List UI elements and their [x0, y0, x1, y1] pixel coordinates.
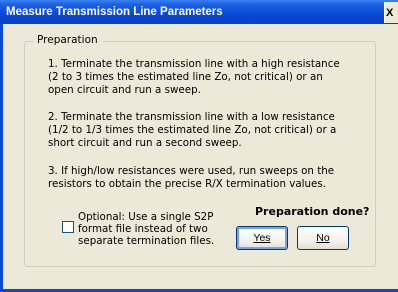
instruction-step-2: 2. Terminate the transmission line with …: [48, 111, 337, 149]
window-title: Measure Transmission Line Parameters: [6, 6, 223, 18]
yes-button[interactable]: Yes: [236, 226, 288, 250]
instruction-step-3: 3. If high/low resistances were used, ru…: [48, 165, 335, 190]
s2p-option-checkbox[interactable]: [62, 221, 74, 233]
instruction-step-1: 1. Terminate the transmission line with …: [48, 58, 340, 96]
yes-button-label: Yes: [253, 232, 271, 244]
s2p-option-label[interactable]: Optional: Use a single S2P format file i…: [78, 211, 218, 247]
preparation-done-question: Preparation done?: [255, 205, 370, 218]
close-icon[interactable]: X: [384, 2, 398, 23]
no-button[interactable]: No: [297, 226, 349, 250]
no-button-label: No: [316, 232, 330, 244]
title-bar[interactable]: Measure Transmission Line Parameters X: [0, 0, 398, 24]
groupbox-label: Preparation: [33, 34, 102, 46]
